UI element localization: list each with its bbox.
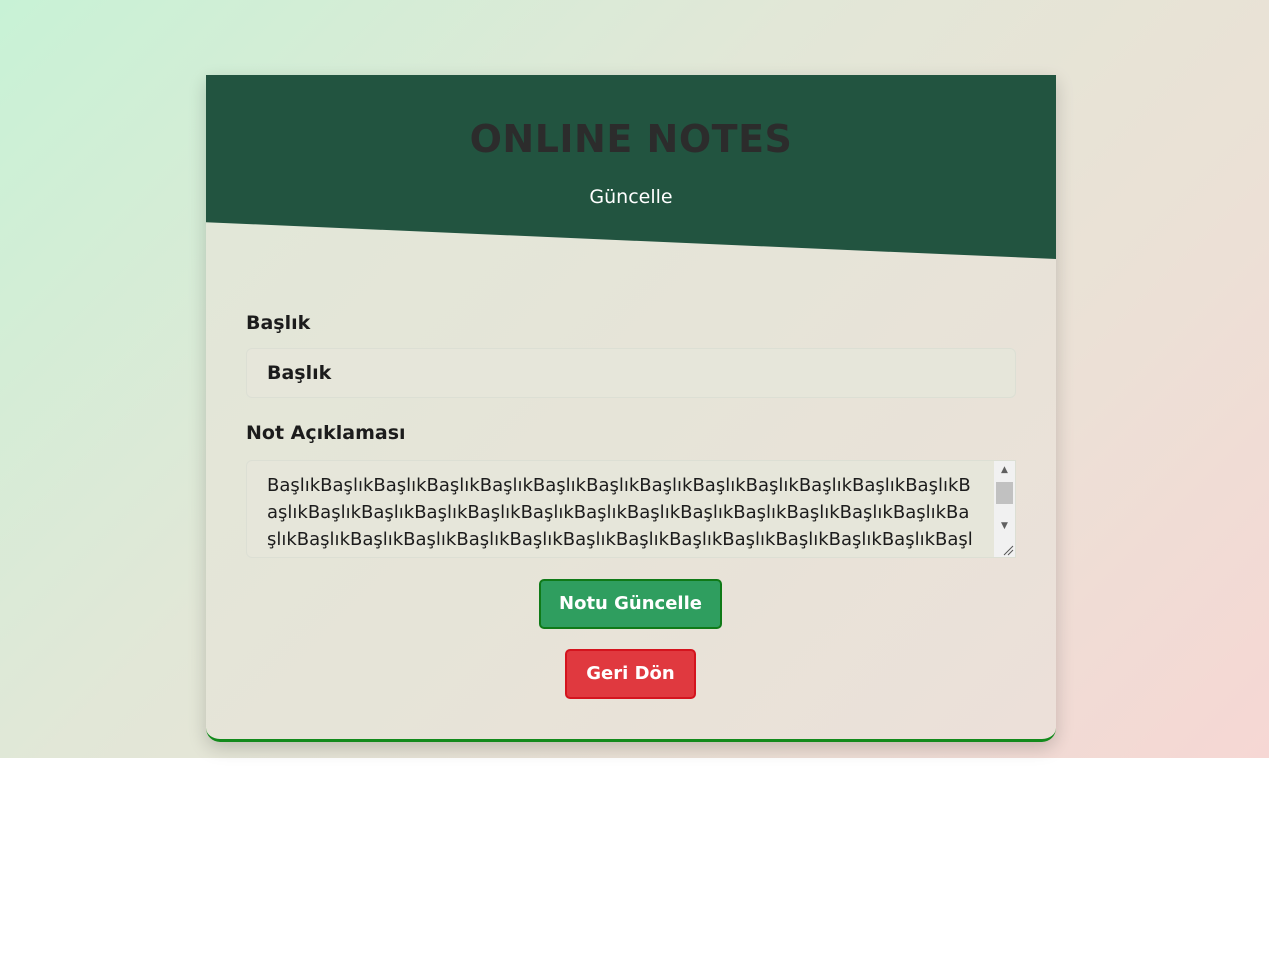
card-header	[206, 75, 1056, 259]
scroll-down-arrow-icon[interactable]: ▼	[994, 517, 1015, 535]
scroll-thumb[interactable]	[996, 482, 1013, 504]
update-note-button[interactable]: Notu Güncelle	[539, 579, 722, 629]
note-card: ONLINE NOTES Güncelle Başlık Not Açıklam…	[206, 75, 1056, 742]
title-input[interactable]	[246, 348, 1016, 398]
page-subtitle: Güncelle	[589, 186, 673, 208]
app-title: ONLINE NOTES	[469, 117, 793, 161]
scroll-up-arrow-icon[interactable]: ▲	[994, 461, 1015, 479]
back-button[interactable]: Geri Dön	[565, 649, 696, 699]
resize-grip-icon[interactable]	[1000, 542, 1014, 556]
description-textarea[interactable]: BaşlıkBaşlıkBaşlıkBaşlıkBaşlıkBaşlıkBaşl…	[246, 460, 1016, 558]
description-text: BaşlıkBaşlıkBaşlıkBaşlıkBaşlıkBaşlıkBaşl…	[267, 475, 973, 557]
title-label: Başlık	[246, 312, 311, 334]
description-label: Not Açıklaması	[246, 422, 406, 444]
